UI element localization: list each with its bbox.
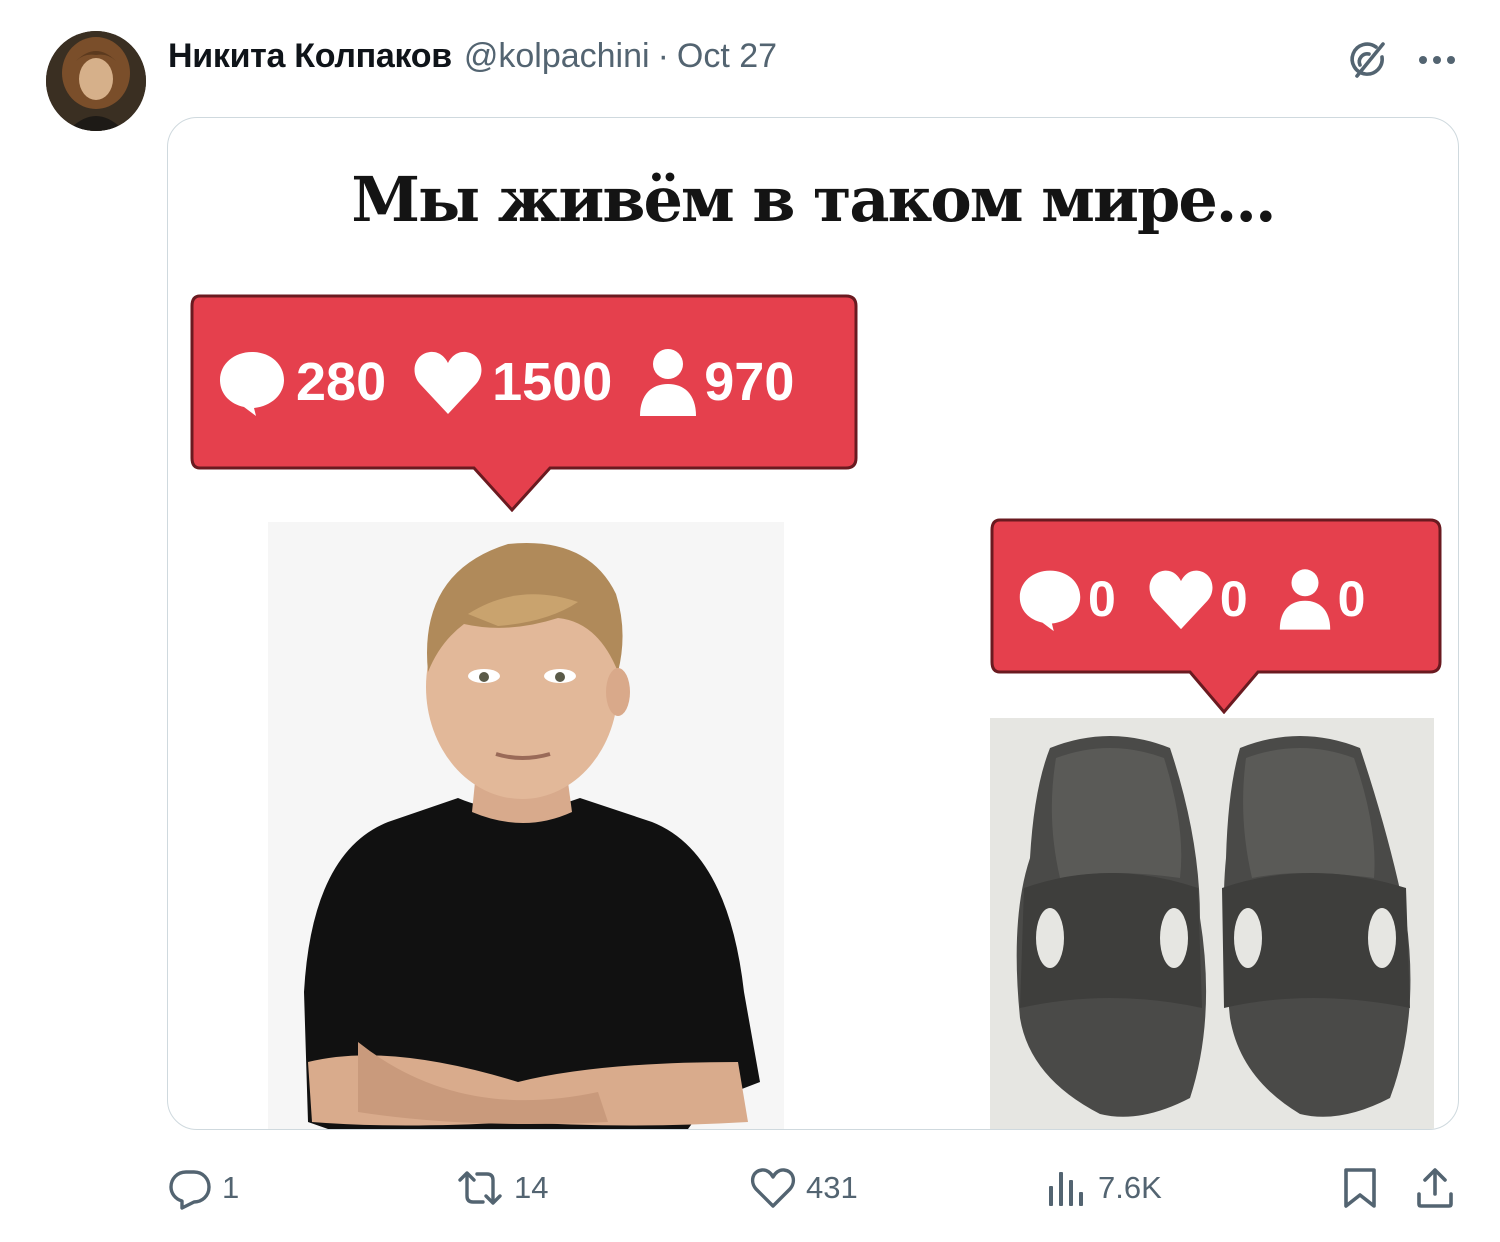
bookmark-button[interactable] (1340, 1166, 1380, 1210)
separator-dot: · (657, 36, 669, 75)
repost-icon (458, 1171, 502, 1205)
badge-followers-count: 0 (1337, 571, 1366, 627)
badge-followers-small: 0 (1278, 566, 1366, 632)
reply-icon (169, 1170, 211, 1210)
badge-likes-small: 0 (1146, 567, 1248, 631)
person-photo (268, 522, 784, 1129)
bookmark-icon (1344, 1168, 1376, 1208)
badge-likes-count: 1500 (492, 352, 613, 412)
heart-icon (1149, 570, 1213, 630)
heart-icon (414, 351, 482, 414)
tweet-date[interactable]: Oct 27 (677, 37, 777, 76)
like-button[interactable]: 431 (750, 1166, 858, 1210)
badge-likes: 1500 (412, 348, 612, 416)
reply-button[interactable]: 1 (168, 1166, 239, 1210)
badge-comments: 280 (216, 346, 386, 418)
share-icon (1417, 1168, 1453, 1208)
comment-bubble-icon (1019, 570, 1081, 632)
like-count: 431 (806, 1170, 858, 1205)
stats-badge-small: 0 0 0 (990, 518, 1442, 714)
display-name[interactable]: Никита Колпаков (168, 37, 452, 76)
badge-likes-count: 0 (1219, 571, 1248, 627)
tweet-media[interactable]: Мы живём в таком мире... 280 1500 970 0 … (167, 117, 1459, 1130)
tweet-header: Никита Колпаков @kolpachini · Oct 27 (168, 34, 777, 78)
person-icon (640, 349, 697, 416)
badge-comments-count: 0 (1088, 571, 1116, 627)
views-count: 7.6K (1098, 1170, 1162, 1205)
badge-comments-small: 0 (1016, 565, 1116, 633)
avatar[interactable] (46, 31, 146, 131)
views-icon (1049, 1172, 1083, 1206)
stats-badge-large: 280 1500 970 (190, 294, 858, 512)
badge-followers-count: 970 (704, 352, 795, 412)
comment-bubble-icon (220, 352, 284, 416)
person-icon (1279, 569, 1330, 630)
more-icon[interactable] (1413, 38, 1461, 82)
slippers-photo (990, 718, 1434, 1129)
tweet: Никита Колпаков @kolpachini · Oct 27 Мы … (0, 0, 1500, 1242)
reply-count: 1 (222, 1170, 240, 1205)
repost-count: 14 (514, 1170, 549, 1205)
views-button[interactable]: 7.6K (1044, 1166, 1162, 1210)
like-icon (750, 1168, 796, 1208)
repost-button[interactable]: 14 (456, 1166, 548, 1210)
badge-comments-count: 280 (296, 352, 387, 412)
share-button[interactable] (1414, 1166, 1456, 1210)
user-handle[interactable]: @kolpachini (464, 37, 650, 76)
badge-followers: 970 (638, 346, 794, 418)
meme-title: Мы живём в таком мире... (351, 163, 1276, 236)
grok-icon[interactable] (1346, 38, 1390, 82)
